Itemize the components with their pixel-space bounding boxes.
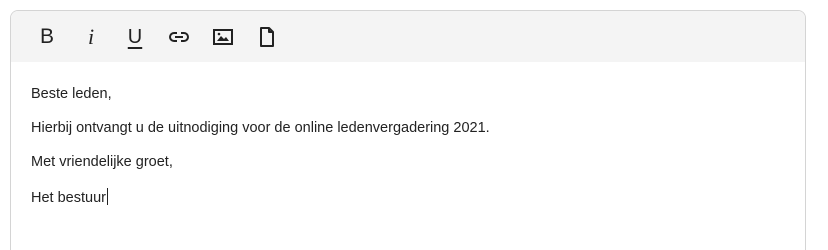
text-cursor	[106, 188, 108, 205]
link-icon	[169, 31, 189, 42]
signature-text: Het bestuur	[31, 190, 106, 206]
underline-button[interactable]: U	[113, 19, 157, 55]
content-line-signature: Het bestuur	[31, 188, 805, 206]
editor-content[interactable]: Beste leden, Hierbij ontvangt u de uitno…	[11, 62, 805, 206]
content-line-greeting: Beste leden,	[31, 86, 112, 102]
content-line-closing: Met vriendelijke groet,	[31, 154, 173, 170]
insert-image-button[interactable]	[201, 19, 245, 55]
image-icon	[213, 28, 233, 45]
italic-button[interactable]: i	[69, 19, 113, 55]
file-icon	[260, 26, 274, 47]
rich-text-editor: B i U Beste leden, Hierbij ontvangt u de…	[10, 10, 806, 250]
insert-link-button[interactable]	[157, 19, 201, 55]
bold-button[interactable]: B	[25, 19, 69, 55]
insert-file-button[interactable]	[245, 19, 289, 55]
editor-toolbar: B i U	[11, 11, 805, 62]
content-line-body: Hierbij ontvangt u de uitnodiging voor d…	[31, 120, 490, 136]
